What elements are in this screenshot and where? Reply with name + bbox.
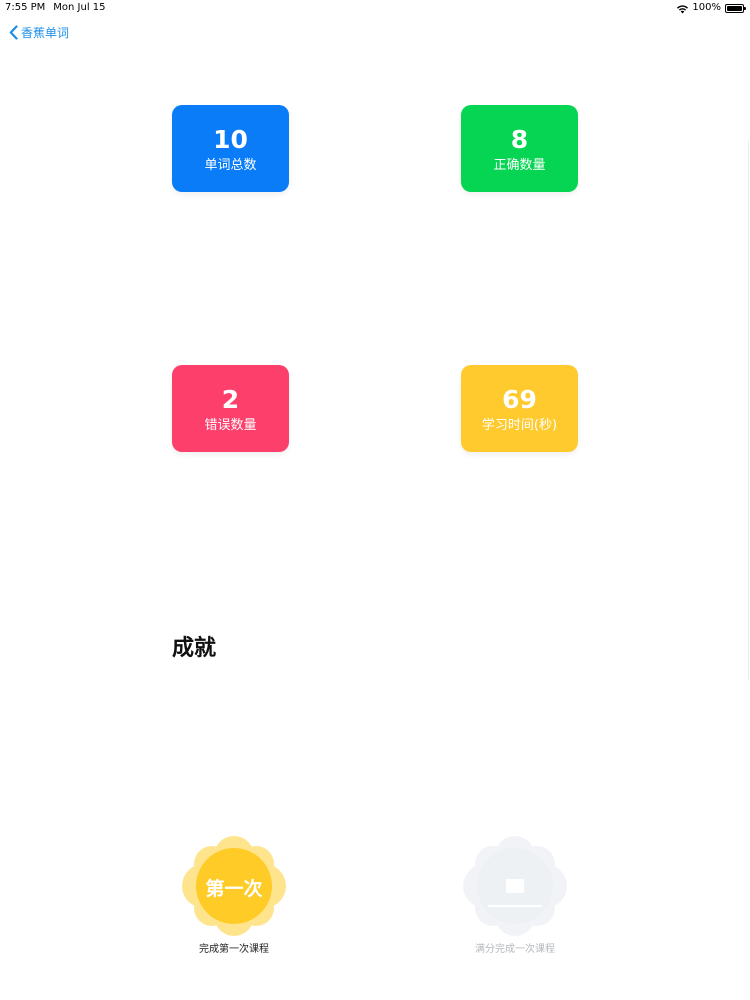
back-button[interactable]: 香蕉单词 [9,24,69,41]
stat-value: 69 [502,385,537,414]
stat-value: 10 [213,125,248,154]
stat-label: 学习时间(秒) [481,418,558,433]
stat-value: 2 [221,385,240,414]
badge-perfect-caption: 满分完成一次课程 [475,944,555,955]
battery-percent: 100% [692,2,721,13]
stat-label: 单词总数 [204,158,257,173]
stat-value: 8 [510,125,529,154]
badge-graphic [460,836,570,936]
status-date: Mon Jul 15 [53,2,106,13]
badge-first-text: 第一次 [205,878,263,900]
stat-label: 错误数量 [204,418,257,433]
wifi-icon [677,4,689,13]
scroll-indicator [748,140,749,680]
badge-first-caption: 完成第一次课程 [199,944,269,955]
status-left: 7:55 PM Mon Jul 15 [5,0,106,16]
badge-first-lesson[interactable]: 第一次 完成第一次课程 [179,836,289,955]
stat-card-study-time: 69 学习时间(秒) [461,365,578,452]
badge-graphic: 第一次 [179,836,289,936]
status-bar: 7:55 PM Mon Jul 15 100% [0,0,750,16]
status-time: 7:55 PM [5,2,46,13]
stat-card-wrong-count: 2 错误数量 [172,365,289,452]
battery-icon [725,3,746,13]
stat-label: 正确数量 [493,158,546,173]
stat-card-total-words: 10 单词总数 [172,105,289,192]
stat-card-correct-count: 8 正确数量 [461,105,578,192]
badge-perfect-score[interactable]: 满分完成一次课程 [460,836,570,955]
status-right: 100% [677,0,746,16]
achievements-title: 成就 [172,636,217,661]
badge-locked-flower-icon [463,836,567,936]
chevron-left-icon [9,25,18,40]
back-label: 香蕉单词 [21,26,70,40]
